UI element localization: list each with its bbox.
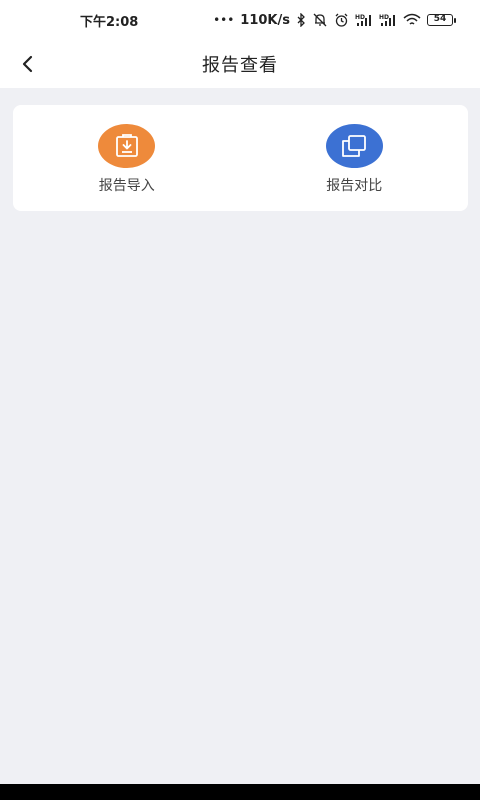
back-button[interactable]	[14, 50, 42, 78]
bluetooth-icon	[297, 13, 305, 27]
action-card: 报告导入 报告对比	[13, 105, 468, 211]
report-compare-icon-circle	[325, 124, 383, 168]
compare-copy-icon	[342, 135, 367, 157]
page-title: 报告查看	[202, 55, 278, 76]
signal-icon-1: HD	[355, 14, 371, 26]
status-icons: ••• 110K/s HD HD 54	[213, 13, 456, 28]
report-compare-label: 报告对比	[326, 178, 383, 194]
battery-level: 54	[427, 14, 453, 26]
status-time: 下午2:08	[80, 14, 139, 30]
network-speed: 110K/s	[240, 12, 290, 28]
system-navigation-bar	[0, 784, 480, 800]
alarm-icon	[335, 13, 348, 27]
more-dots-icon: •••	[213, 13, 235, 27]
bell-off-icon	[313, 13, 327, 27]
report-import-label: 报告导入	[98, 178, 155, 194]
chevron-left-icon	[22, 55, 33, 73]
report-import-button[interactable]: 报告导入	[13, 105, 241, 211]
report-compare-button[interactable]: 报告对比	[241, 105, 469, 211]
signal2-label: HD	[379, 14, 389, 21]
wifi-icon	[403, 13, 421, 25]
signal1-label: HD	[355, 14, 365, 21]
import-download-icon	[115, 134, 138, 157]
battery-icon: 54	[427, 14, 456, 26]
report-import-icon-circle	[98, 124, 156, 168]
status-bar: 下午2:08 ••• 110K/s HD HD 54	[0, 0, 480, 40]
nav-bar: 报告查看	[0, 40, 480, 88]
signal-icon-2: HD	[379, 14, 395, 26]
